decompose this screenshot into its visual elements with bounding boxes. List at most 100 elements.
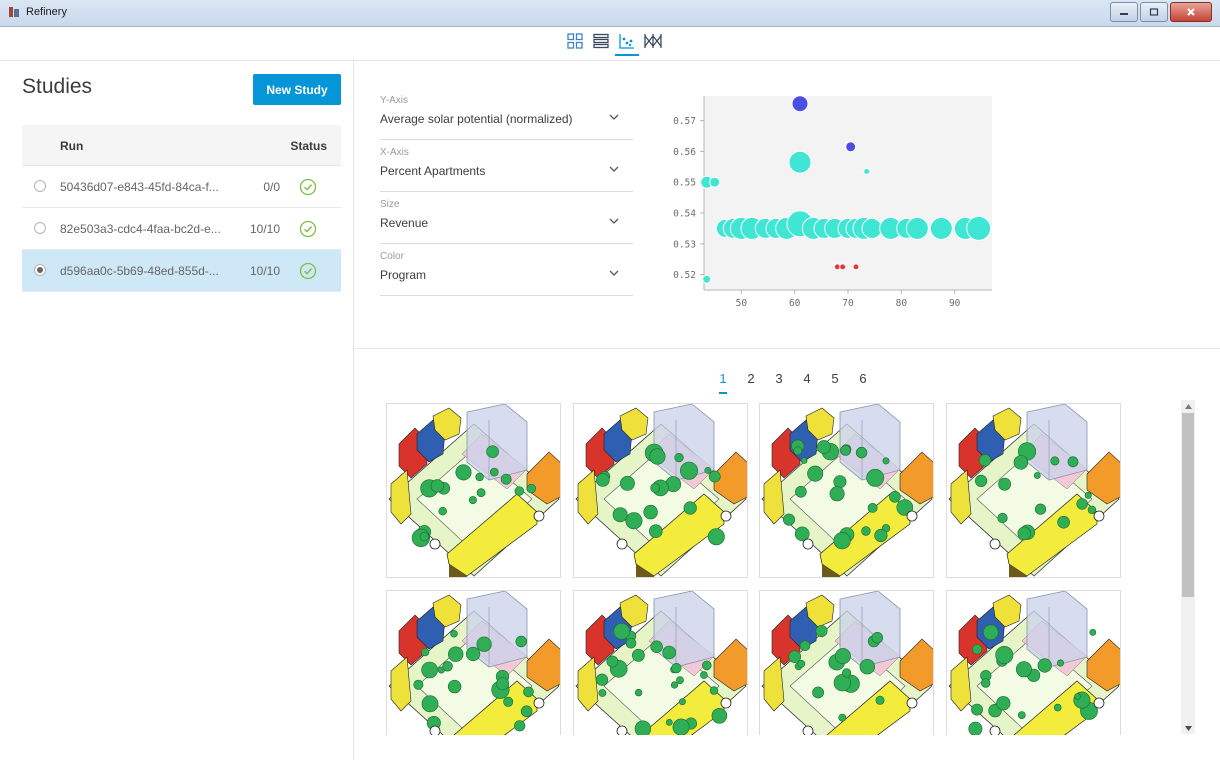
design-thumbnail[interactable] [945, 403, 1121, 578]
x-axis-label: X-Axis [380, 147, 409, 158]
check-circle-icon [299, 178, 317, 199]
run-id: 50436d07-e843-45fd-84ca-f... [60, 180, 219, 194]
arrow-up-icon [1184, 403, 1192, 409]
y-tick-label: 0.55 [673, 178, 696, 189]
runs-table: Run Status 50436d07-e843-45fd-84ca-f... … [22, 125, 341, 292]
page-5[interactable]: 5 [821, 371, 849, 393]
run-count: 0/0 [263, 180, 280, 194]
data-point[interactable] [845, 141, 857, 153]
run-id: d596aa0c-5b69-48ed-855d-... [60, 264, 219, 278]
run-radio[interactable] [34, 264, 46, 276]
data-point[interactable] [966, 215, 992, 241]
list-view-icon [593, 33, 609, 49]
studies-title: Studies [22, 75, 93, 98]
arrow-down-icon [1184, 725, 1192, 731]
data-point[interactable] [709, 176, 721, 188]
page-4[interactable]: 4 [793, 371, 821, 393]
data-point[interactable] [863, 167, 871, 175]
maximize-button[interactable] [1140, 2, 1168, 22]
design-thumbnail[interactable] [759, 403, 934, 578]
site-model-image [761, 591, 933, 735]
data-point[interactable] [861, 217, 883, 239]
color-select[interactable]: Color Program [380, 244, 633, 296]
page-1[interactable]: 1 [709, 371, 737, 394]
x-tick-label: 60 [789, 298, 801, 309]
chevron-down-icon [609, 270, 619, 276]
design-thumbnail[interactable] [386, 590, 561, 735]
run-row[interactable]: 82e503a3-cdc4-4faa-bc2d-e... 10/10 [22, 208, 341, 250]
page-2[interactable]: 2 [737, 371, 765, 393]
run-id: 82e503a3-cdc4-4faa-bc2d-e... [60, 222, 221, 236]
data-point[interactable] [852, 263, 860, 271]
x-tick-label: 70 [842, 298, 854, 309]
data-point[interactable] [839, 263, 847, 271]
parallel-coordinates-button[interactable] [641, 28, 665, 54]
y-axis-select[interactable]: Y-Axis Average solar potential (normaliz… [380, 88, 633, 140]
y-tick-label: 0.56 [673, 147, 696, 158]
title-bar: Refinery [0, 0, 1220, 27]
run-count: 10/10 [249, 222, 280, 236]
design-thumbnail[interactable] [572, 590, 748, 735]
scatter-view-icon [619, 34, 634, 49]
view-toolbar [563, 28, 665, 56]
list-view-button[interactable] [589, 28, 613, 54]
chevron-down-icon [609, 114, 619, 120]
design-thumbnail[interactable] [386, 403, 561, 578]
axis-settings: Y-Axis Average solar potential (normaliz… [380, 88, 633, 296]
parallel-coordinates-icon [644, 34, 662, 48]
data-point[interactable] [702, 274, 712, 284]
size-label: Size [380, 199, 400, 210]
data-point[interactable] [788, 150, 812, 174]
run-row-selected[interactable]: d596aa0c-5b69-48ed-855d-... 10/10 [22, 250, 341, 292]
site-model-image [388, 404, 560, 577]
close-button[interactable] [1170, 2, 1212, 22]
check-circle-icon [299, 262, 317, 283]
grid-scrollbar[interactable] [1181, 400, 1195, 734]
site-model-image [388, 591, 560, 735]
plot-background [704, 96, 992, 290]
runs-table-header: Run Status [22, 125, 341, 166]
scroll-down-button[interactable] [1181, 722, 1195, 734]
grid-view-icon [567, 33, 583, 49]
new-study-button[interactable]: New Study [253, 74, 341, 105]
chevron-down-icon [609, 218, 619, 224]
minimize-button[interactable] [1110, 2, 1138, 22]
run-radio[interactable] [34, 180, 46, 192]
run-radio[interactable] [34, 222, 46, 234]
x-axis-value: Percent Apartments [380, 164, 486, 178]
minimize-icon [1120, 13, 1128, 15]
data-point[interactable] [905, 216, 929, 240]
scatter-plot[interactable]: 0.52 0.53 0.54 0.55 0.56 0.57 50 60 70 80 90 [660, 84, 1010, 314]
size-select[interactable]: Size Revenue [380, 192, 633, 244]
window-title: Refinery [26, 6, 67, 18]
data-point[interactable] [929, 216, 953, 240]
y-axis-value: Average solar potential (normalized) [380, 112, 573, 126]
y-tick-label: 0.52 [673, 270, 696, 281]
grid-view-button[interactable] [563, 28, 587, 54]
page-3[interactable]: 3 [765, 371, 793, 393]
run-column-header: Run [60, 139, 84, 153]
close-icon [1187, 8, 1195, 16]
run-row[interactable]: 50436d07-e843-45fd-84ca-f... 0/0 [22, 166, 341, 208]
studies-panel: Studies New Study Run Status 50436d07-e8… [0, 61, 354, 760]
data-point[interactable] [791, 95, 809, 113]
design-thumbnail[interactable] [759, 590, 934, 735]
site-model-image [574, 591, 747, 735]
site-model-image [947, 591, 1120, 735]
x-tick-label: 50 [736, 298, 748, 309]
design-thumbnail[interactable] [945, 590, 1121, 735]
y-tick-label: 0.57 [673, 116, 696, 127]
design-thumbnail[interactable] [572, 403, 748, 578]
site-model-image [947, 404, 1120, 577]
color-value: Program [380, 268, 427, 282]
scroll-thumb[interactable] [1182, 413, 1194, 597]
chevron-down-icon [609, 166, 619, 172]
x-axis-select[interactable]: X-Axis Percent Apartments [380, 140, 633, 192]
y-tick-label: 0.54 [673, 209, 696, 220]
design-grid [386, 403, 1126, 735]
scroll-up-button[interactable] [1181, 400, 1195, 412]
page-6[interactable]: 6 [849, 371, 877, 393]
x-tick-label: 80 [896, 298, 908, 309]
scatter-view-button[interactable] [615, 28, 639, 56]
y-tick-label: 0.53 [673, 239, 696, 250]
